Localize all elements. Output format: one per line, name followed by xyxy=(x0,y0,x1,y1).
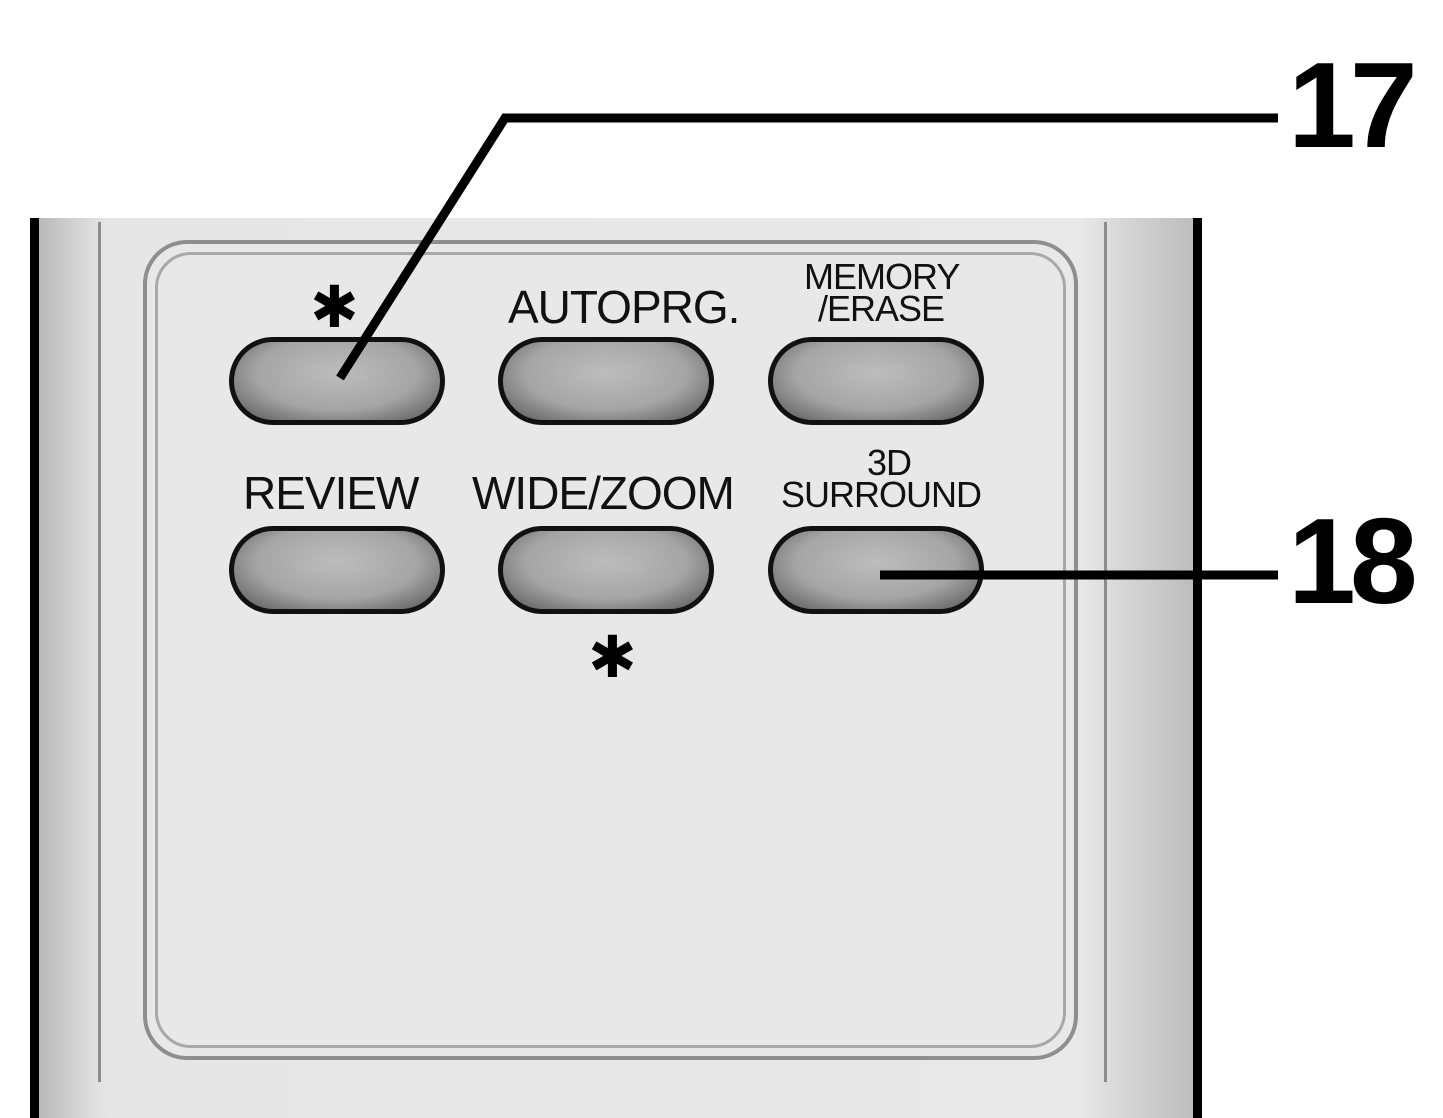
asterisk-marker-top: ✱ xyxy=(310,273,359,341)
review-button[interactable] xyxy=(229,526,445,614)
remote-control-diagram: ✱ AUTOPRG. MEMORY /ERASE REVIEW WIDE/ZOO… xyxy=(0,0,1443,1118)
3d-surround-button[interactable] xyxy=(768,526,984,614)
wide-zoom-label: WIDE/ZOOM xyxy=(472,467,735,519)
review-label: REVIEW xyxy=(243,467,419,519)
star-button[interactable] xyxy=(229,337,445,425)
callout-number-18: 18 xyxy=(1288,493,1418,629)
asterisk-marker-bottom: ✱ xyxy=(588,623,637,691)
remote-inner-edge-left xyxy=(98,222,101,1082)
autoprg-button[interactable] xyxy=(498,337,714,425)
autoprg-label: AUTOPRG. xyxy=(508,281,740,333)
wide-zoom-button[interactable] xyxy=(498,526,714,614)
remote-inner-edge-right xyxy=(1104,222,1107,1082)
surround-label-line2: SURROUND xyxy=(781,474,982,515)
memory-erase-button[interactable] xyxy=(768,337,984,425)
memory-label-line2: /ERASE xyxy=(818,288,945,329)
callout-number-17: 17 xyxy=(1288,37,1418,173)
